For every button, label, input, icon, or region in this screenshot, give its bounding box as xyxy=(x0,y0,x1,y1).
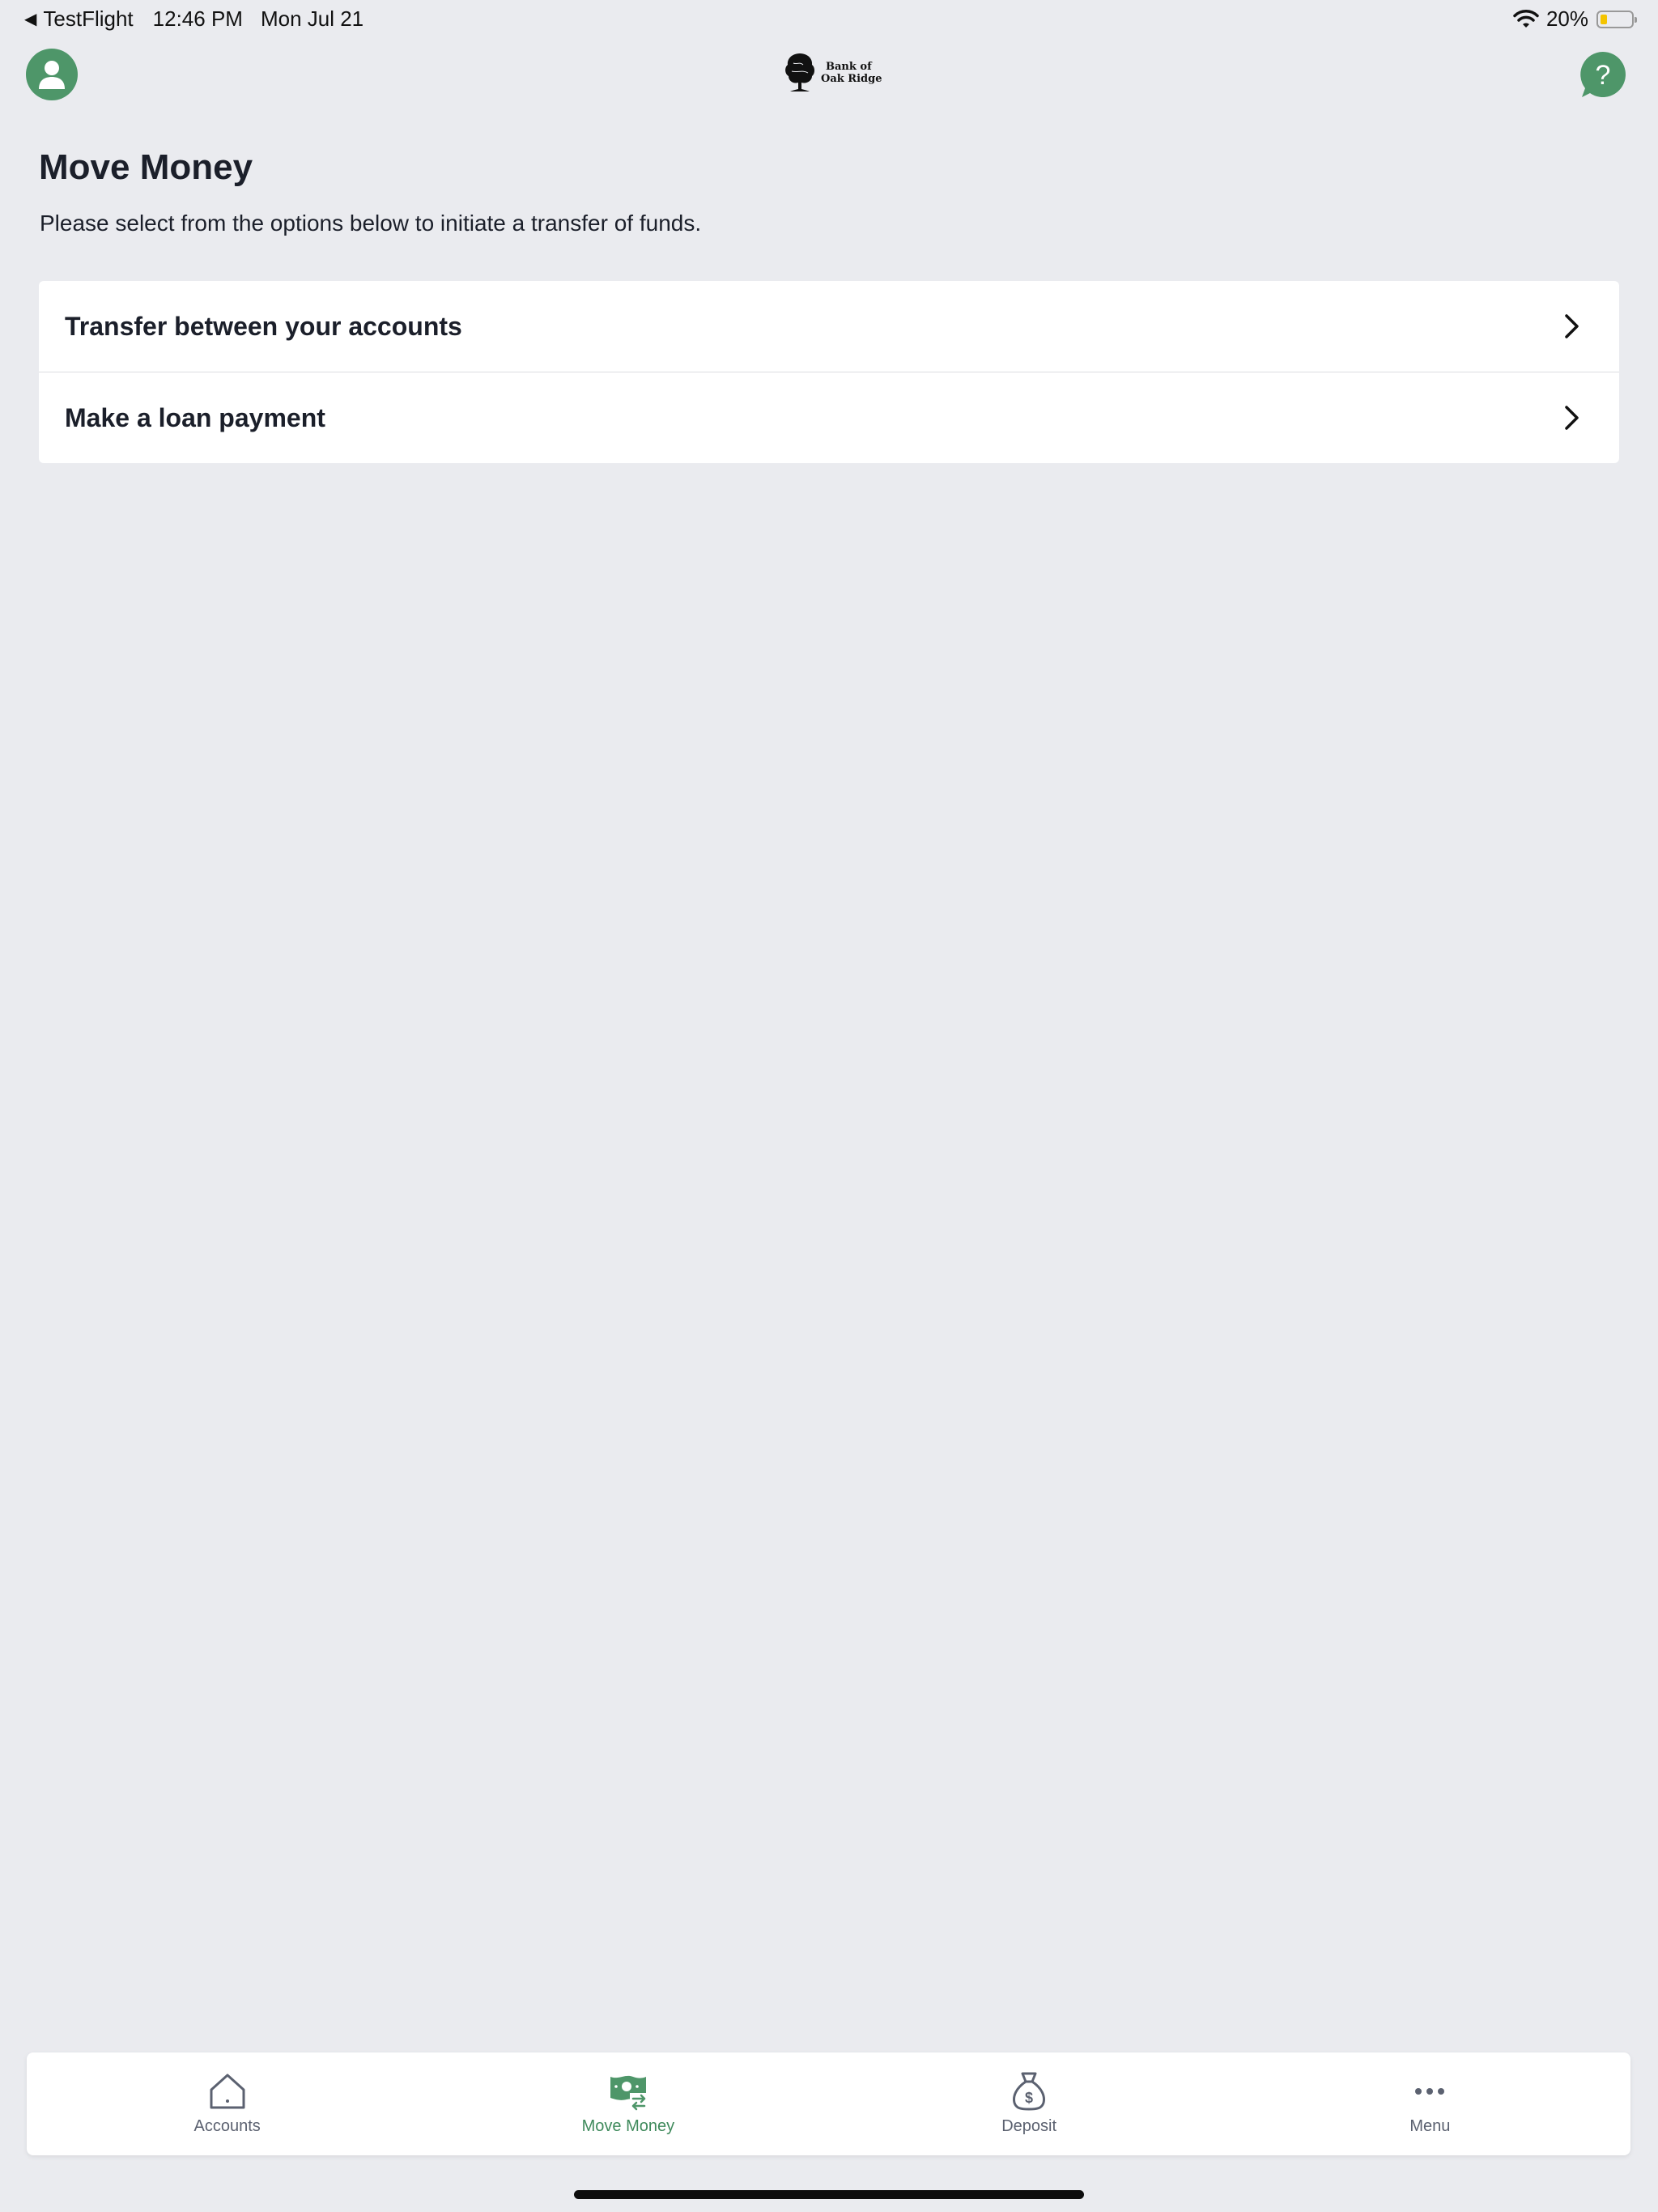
tab-menu[interactable]: Menu xyxy=(1230,2052,1630,2155)
chevron-right-icon xyxy=(1565,314,1579,338)
bottom-tab-bar: Accounts Move Money $ Deposit Menu xyxy=(27,2052,1630,2155)
tab-label: Accounts xyxy=(193,2117,261,2135)
home-indicator[interactable] xyxy=(574,2190,1084,2199)
tab-label: Menu xyxy=(1409,2117,1451,2135)
tab-move-money[interactable]: Move Money xyxy=(427,2052,828,2155)
status-date: Mon Jul 21 xyxy=(260,6,364,31)
battery-fill xyxy=(1601,14,1607,24)
back-app-label[interactable]: TestFlight xyxy=(43,6,133,32)
logo-line2: Oak Ridge xyxy=(821,73,882,85)
tab-deposit[interactable]: $ Deposit xyxy=(829,2052,1230,2155)
question-bubble-icon[interactable]: ? xyxy=(1579,50,1627,99)
svg-text:$: $ xyxy=(1025,2090,1033,2106)
tab-label: Move Money xyxy=(581,2117,675,2135)
option-label: Transfer between your accounts xyxy=(65,311,462,341)
status-bar: ◀ TestFlight 12:46 PM Mon Jul 21 20% xyxy=(0,0,1658,39)
wifi-icon xyxy=(1513,9,1539,28)
profile-button[interactable] xyxy=(26,49,78,100)
oak-tree-icon xyxy=(785,53,814,91)
chevron-right-icon xyxy=(1565,406,1579,430)
logo-line1: Bank of xyxy=(826,61,872,73)
page-subtitle: Please select from the options below to … xyxy=(40,211,702,236)
battery-percent: 20% xyxy=(1545,6,1588,31)
tab-accounts[interactable]: Accounts xyxy=(27,2052,427,2155)
svg-text:?: ? xyxy=(1596,60,1611,91)
option-transfer-between-accounts[interactable]: Transfer between your accounts xyxy=(39,281,1619,372)
person-icon xyxy=(39,61,65,89)
money-transfer-icon xyxy=(610,2075,648,2111)
battery-nub xyxy=(1635,16,1637,23)
logo-text: Bank of Oak Ridge xyxy=(821,61,882,85)
home-icon xyxy=(210,2074,245,2109)
bank-logo: Bank of Oak Ridge xyxy=(782,52,882,94)
page-title: Move Money xyxy=(39,147,253,187)
status-left: ◀ TestFlight 12:46 PM Mon Jul 21 xyxy=(24,6,363,32)
tab-label: Deposit xyxy=(1001,2117,1057,2135)
back-arrow-icon[interactable]: ◀ xyxy=(24,9,36,29)
status-right: 20% xyxy=(1512,6,1637,32)
more-dots-icon xyxy=(1415,2088,1445,2095)
move-money-options: Transfer between your accounts Make a lo… xyxy=(39,281,1619,463)
option-label: Make a loan payment xyxy=(65,402,325,432)
option-make-loan-payment[interactable]: Make a loan payment xyxy=(39,372,1619,463)
battery-icon xyxy=(1596,10,1637,28)
status-time: 12:46 PM xyxy=(152,6,243,31)
money-bag-icon: $ xyxy=(1013,2072,1046,2111)
